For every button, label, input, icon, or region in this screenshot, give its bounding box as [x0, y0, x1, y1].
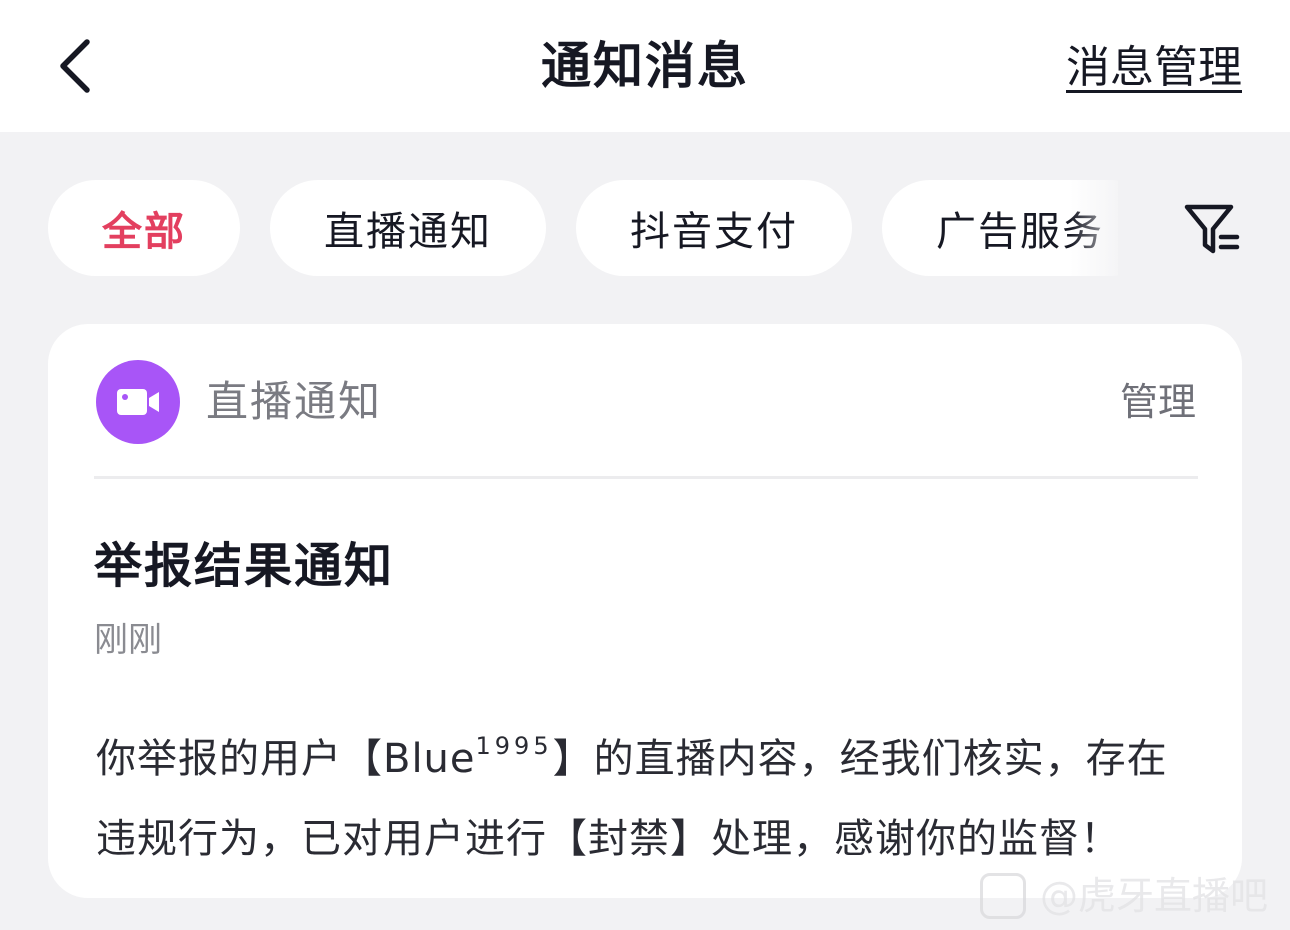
- divider: [94, 476, 1198, 479]
- tab-live-notification[interactable]: 直播通知: [270, 180, 546, 276]
- message-management-link[interactable]: 消息管理: [1066, 38, 1242, 98]
- tabs-fade: [1070, 180, 1130, 276]
- tab-douyin-pay[interactable]: 抖音支付: [576, 180, 852, 276]
- watermark: @虎牙直播吧: [979, 872, 1268, 920]
- source-avatar: [96, 360, 180, 444]
- body-superscript: 1995: [475, 732, 553, 760]
- notification-title: 举报结果通知: [94, 538, 395, 594]
- body-text-part1: 你举报的用户【Blue: [96, 736, 476, 782]
- category-tabs: 全部 直播通知 抖音支付 广告服务: [48, 180, 1118, 276]
- notification-source: 直播通知: [206, 377, 383, 426]
- video-camera-icon: [117, 389, 159, 415]
- filter-button[interactable]: [1176, 194, 1246, 264]
- watermark-logo-icon: [979, 873, 1026, 919]
- watermark-text: @虎牙直播吧: [1039, 874, 1268, 918]
- notification-body: 你举报的用户【Blue1995】的直播内容，经我们核实，存在违规行为，已对用户进…: [96, 706, 1206, 879]
- notification-card[interactable]: 直播通知 管理 举报结果通知 刚刚 你举报的用户【Blue1995】的直播内容，…: [48, 324, 1242, 898]
- filter-icon: [1184, 204, 1240, 254]
- notification-time: 刚刚: [94, 620, 162, 660]
- tab-all[interactable]: 全部: [48, 180, 240, 276]
- source-manage-button[interactable]: 管理: [1120, 374, 1196, 430]
- top-bar: 通知消息 消息管理: [0, 0, 1290, 132]
